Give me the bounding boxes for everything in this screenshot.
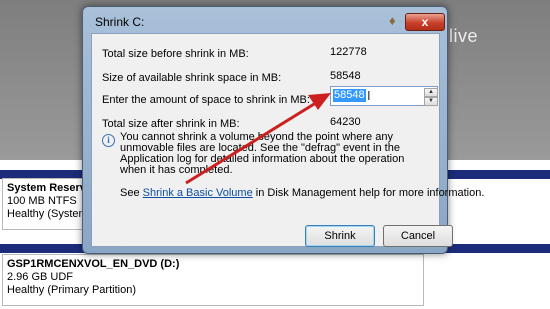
arrow-shaft <box>185 99 320 185</box>
annotation-arrow <box>185 93 331 185</box>
arrow-head <box>308 93 331 110</box>
